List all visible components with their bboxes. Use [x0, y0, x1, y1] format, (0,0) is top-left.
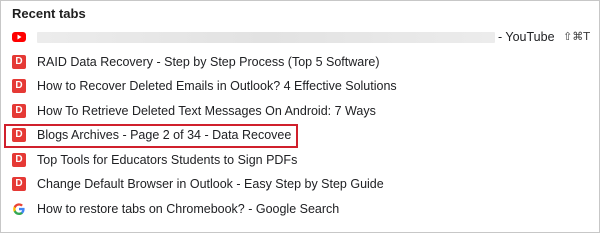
reopen-shortcut: ⇧⌘T	[563, 30, 590, 43]
recent-tabs-menu: Recent tabs - YouTube ⇧⌘T D RAID Data Re…	[0, 0, 600, 233]
recent-tab-item-highlighted[interactable]: D Blogs Archives - Page 2 of 34 - Data R…	[1, 123, 599, 148]
tab-title: Top Tools for Educators Students to Sign…	[37, 152, 298, 167]
data-recovee-icon: D	[12, 79, 26, 93]
tab-title-suffix: - YouTube	[498, 30, 555, 44]
data-recovee-icon: D	[12, 103, 26, 118]
recent-tab-item[interactable]: D Change Default Browser in Outlook - Ea…	[1, 172, 599, 197]
data-recovee-icon: D	[12, 177, 26, 191]
tab-title: How to Recover Deleted Emails in Outlook…	[37, 79, 397, 93]
recent-tabs-header: Recent tabs	[12, 6, 86, 21]
recent-tab-item[interactable]: D Top Tools for Educators Students to Si…	[1, 148, 599, 173]
recent-tab-item[interactable]: - YouTube ⇧⌘T	[1, 25, 599, 50]
tab-title: How To Retrieve Deleted Text Messages On…	[37, 103, 376, 118]
youtube-icon	[12, 32, 26, 42]
recent-tab-item[interactable]: D RAID Data Recovery - Step by Step Proc…	[1, 50, 599, 75]
data-recovee-icon: D	[12, 152, 26, 167]
data-recovee-icon: D	[12, 54, 26, 69]
tab-title: How to restore tabs on Chromebook? - Goo…	[37, 201, 340, 216]
tab-title: RAID Data Recovery - Step by Step Proces…	[37, 54, 380, 69]
google-icon	[12, 202, 26, 216]
tab-title: Blogs Archives - Page 2 of 34 - Data Rec…	[37, 128, 292, 142]
data-recovee-icon: D	[12, 128, 26, 142]
recent-tab-item[interactable]: D How To Retrieve Deleted Text Messages …	[1, 99, 599, 124]
blurred-tab-title	[37, 32, 495, 43]
recent-tab-item[interactable]: How to restore tabs on Chromebook? - Goo…	[1, 197, 599, 222]
recent-tabs-list: - YouTube ⇧⌘T D RAID Data Recovery - Ste…	[1, 25, 599, 221]
recent-tab-item[interactable]: D How to Recover Deleted Emails in Outlo…	[1, 74, 599, 99]
tab-title: Change Default Browser in Outlook - Easy…	[37, 177, 384, 191]
